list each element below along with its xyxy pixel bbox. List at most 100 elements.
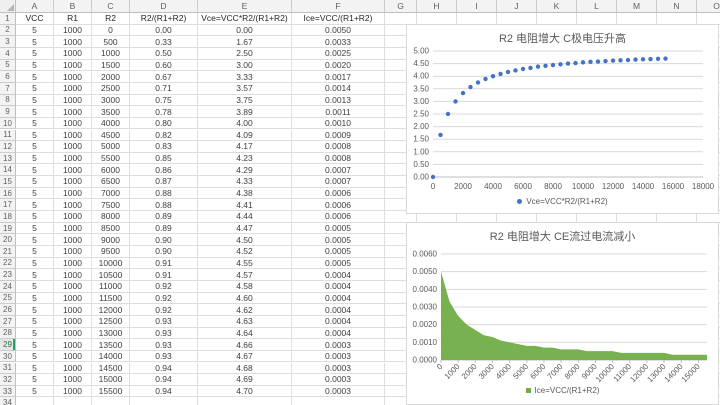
cell[interactable]: 5	[16, 386, 54, 398]
cell[interactable]: 0.0014	[292, 83, 385, 95]
cell[interactable]: 5	[16, 293, 54, 305]
cell[interactable]: 2000	[92, 71, 130, 83]
cell[interactable]: 0.0050	[292, 25, 385, 37]
cell[interactable]: 4.52	[198, 246, 292, 258]
chart-ice-area[interactable]: R2 电阻增大 CE流过电流减小 Ice=VCC/(R1+R2) 0.00000…	[406, 222, 719, 405]
cell[interactable]: 0.0007	[292, 164, 385, 176]
cell[interactable]: 3500	[92, 106, 130, 118]
column-header[interactable]: C	[92, 0, 130, 13]
cell[interactable]: 0.0011	[292, 106, 385, 118]
column-header[interactable]: J	[497, 0, 537, 13]
cell[interactable]: 0.94	[130, 363, 198, 375]
cell[interactable]: 0.0005	[292, 258, 385, 270]
cell[interactable]: 1000	[54, 176, 92, 188]
cell[interactable]: Ice=VCC/(R1+R2)	[292, 13, 385, 25]
cell[interactable]: 15000	[92, 374, 130, 386]
cell[interactable]: 0.0007	[292, 176, 385, 188]
row-header[interactable]: 22	[0, 258, 16, 270]
cell[interactable]: 4.09	[198, 130, 292, 142]
cell[interactable]	[577, 13, 617, 25]
cell[interactable]: 1000	[54, 60, 92, 72]
cell[interactable]: 9500	[92, 246, 130, 258]
cell[interactable]: 1000	[54, 258, 92, 270]
cell[interactable]	[198, 397, 292, 405]
row-header[interactable]: 25	[0, 293, 16, 305]
cell[interactable]: 0.93	[130, 328, 198, 340]
cell[interactable]: 0.75	[130, 95, 198, 107]
cell[interactable]	[457, 13, 497, 25]
row-header[interactable]: 23	[0, 269, 16, 281]
cell[interactable]: 1000	[54, 71, 92, 83]
cell[interactable]: 0.71	[130, 83, 198, 95]
cell[interactable]: 4.62	[198, 304, 292, 316]
cell[interactable]: 5	[16, 374, 54, 386]
cell[interactable]: 0	[92, 25, 130, 37]
cell[interactable]: 1000	[54, 95, 92, 107]
cell[interactable]: 12000	[92, 304, 130, 316]
row-header[interactable]: 32	[0, 374, 16, 386]
cell[interactable]: 4.29	[198, 164, 292, 176]
cell[interactable]	[130, 397, 198, 405]
cell[interactable]: 5	[16, 363, 54, 375]
cell[interactable]: 0.00	[198, 25, 292, 37]
cell[interactable]: Vce=VCC*R2/(R1+R2)	[198, 13, 292, 25]
cell[interactable]: 4.47	[198, 223, 292, 235]
cell[interactable]: 5	[16, 36, 54, 48]
cell[interactable]: 5	[16, 130, 54, 142]
cell[interactable]: 12500	[92, 316, 130, 328]
row-header[interactable]: 14	[0, 164, 16, 176]
cell[interactable]: 0.94	[130, 386, 198, 398]
row-header[interactable]: 10	[0, 118, 16, 130]
cell[interactable]	[92, 397, 130, 405]
cell[interactable]: 5	[16, 153, 54, 165]
cell[interactable]: 0.33	[130, 36, 198, 48]
row-header[interactable]: 28	[0, 328, 16, 340]
cell[interactable]: 4.63	[198, 316, 292, 328]
column-header[interactable]: F	[292, 0, 385, 13]
cell[interactable]: 4.38	[198, 188, 292, 200]
cell[interactable]: 0.87	[130, 176, 198, 188]
cell[interactable]: 0.0033	[292, 36, 385, 48]
cell[interactable]: 5	[16, 234, 54, 246]
cell[interactable]: 1000	[54, 234, 92, 246]
column-header[interactable]: D	[130, 0, 198, 13]
cell[interactable]: 0.89	[130, 223, 198, 235]
cell[interactable]: 5	[16, 211, 54, 223]
cell[interactable]: 4.60	[198, 293, 292, 305]
cell[interactable]: 10500	[92, 269, 130, 281]
cell[interactable]: 0.0004	[292, 304, 385, 316]
row-header[interactable]: 9	[0, 106, 16, 118]
cell[interactable]: 0.82	[130, 130, 198, 142]
row-header[interactable]: 33	[0, 386, 16, 398]
cell[interactable]: 0.0005	[292, 223, 385, 235]
cell[interactable]: 0.0006	[292, 188, 385, 200]
cell[interactable]: 1000	[54, 164, 92, 176]
cell[interactable]: 3000	[92, 95, 130, 107]
cell[interactable]: 5	[16, 199, 54, 211]
cell[interactable]: 0.50	[130, 48, 198, 60]
cell[interactable]: 11000	[92, 281, 130, 293]
cell[interactable]: 0.0013	[292, 95, 385, 107]
cell[interactable]: 0.92	[130, 281, 198, 293]
cell[interactable]: 1000	[54, 246, 92, 258]
cell[interactable]: 5	[16, 48, 54, 60]
cell[interactable]: 5	[16, 328, 54, 340]
row-header[interactable]: 12	[0, 141, 16, 153]
cell[interactable]: 4.50	[198, 234, 292, 246]
cell[interactable]: 0.0004	[292, 328, 385, 340]
cell[interactable]: 0.85	[130, 153, 198, 165]
cell[interactable]: 1000	[54, 223, 92, 235]
cell[interactable]: 1000	[92, 48, 130, 60]
row-header[interactable]: 29	[0, 339, 16, 351]
cell[interactable]: 0.00	[130, 25, 198, 37]
cell[interactable]: 5	[16, 25, 54, 37]
cell[interactable]: 4.70	[198, 386, 292, 398]
cell[interactable]: 1000	[54, 25, 92, 37]
row-header[interactable]: 31	[0, 363, 16, 375]
cell[interactable]: 1000	[54, 374, 92, 386]
cell[interactable]: 0.0003	[292, 363, 385, 375]
cell[interactable]: 0.0003	[292, 386, 385, 398]
cell[interactable]: 0.0004	[292, 269, 385, 281]
cell[interactable]: 1000	[54, 316, 92, 328]
cell[interactable]: 4.33	[198, 176, 292, 188]
